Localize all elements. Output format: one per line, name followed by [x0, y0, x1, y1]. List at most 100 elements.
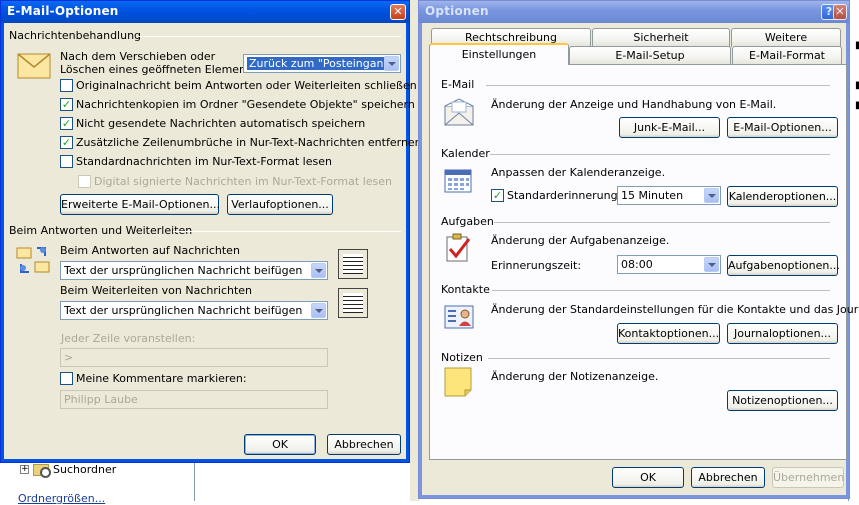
mark-comments-input[interactable]: Philipp Laube [60, 390, 328, 409]
move-label-line2: Löschen eines geöffneten Elements: [60, 63, 260, 76]
read-signed-plain-text-checkbox[interactable] [78, 175, 91, 188]
mark-comments-label: Meine Kommentare markieren: [76, 372, 247, 385]
tasks-section-title: Aufgaben [441, 215, 494, 228]
close-original-checkbox[interactable] [60, 79, 73, 92]
calendar-icon [444, 169, 472, 193]
email-options-dialog: E-Mail-Optionen ✕ Nachrichtenbehandlung … [0, 0, 422, 463]
save-sent-copies-label: Nachrichtenkopien im Ordner "Gesendete O… [76, 98, 415, 111]
close-button[interactable]: ✕ [833, 4, 847, 20]
reply-value: Text der ursprünglichen Nachricht beifüg… [64, 264, 303, 277]
folder-sizes-link[interactable]: Ordnergrößen... [18, 492, 105, 505]
ok-button[interactable]: OK [244, 434, 316, 455]
options-dialog: Optionen ? ✕ Rechtschreibung Sicherheit … [418, 0, 859, 499]
forward-label: Beim Weiterleiten von Nachrichten [60, 284, 253, 297]
junk-email-button[interactable]: Junk-E-Mail... [619, 117, 720, 138]
default-reminder-label: Standarderinnerung: [507, 189, 622, 202]
mark-comments-checkbox[interactable] [60, 372, 73, 385]
search-folder-icon [33, 463, 51, 478]
email-desc: Änderung der Anzeige und Handhabung von … [491, 98, 777, 111]
forward-select[interactable]: Text der ursprünglichen Nachricht beifüg… [60, 301, 328, 320]
tasks-icon [446, 233, 471, 262]
section-divider [173, 231, 401, 232]
section-divider [490, 154, 830, 155]
section-divider [486, 85, 830, 86]
cancel-button[interactable]: Abbrechen [691, 467, 765, 488]
contacts-section-title: Kontakte [441, 283, 490, 296]
forward-preview-icon [338, 288, 368, 318]
after-move-select[interactable]: Zurück zum "Posteingang" [243, 54, 401, 73]
prefix-input[interactable]: > [60, 348, 328, 367]
email-options-titlebar[interactable]: E-Mail-Optionen [1, 1, 409, 23]
settings-panel: E-Mail Änderung der Anzeige und Handhabu… [429, 64, 859, 460]
calendar-section-title: Kalender [441, 147, 490, 160]
notes-desc: Änderung der Notizenanzeige. [491, 370, 659, 383]
remove-line-breaks-checkbox[interactable]: ✓ [60, 136, 73, 149]
section-divider [494, 222, 830, 223]
chevron-down-icon[interactable] [704, 257, 719, 272]
tab-security[interactable]: Sicherheit [592, 28, 730, 47]
prefix-label: Jeder Zeile voranstellen: [61, 332, 196, 345]
default-reminder-select[interactable]: 15 Minuten [617, 186, 721, 205]
contacts-desc: Änderung der Standardeinstellungen für d… [491, 303, 859, 316]
reminder-time-value: 08:00 [621, 258, 653, 271]
move-label-line1: Nach dem Verschieben oder [60, 50, 216, 63]
options-titlebar[interactable]: Optionen [419, 1, 849, 23]
autosave-unsent-label: Nicht gesendete Nachrichten automatisch … [76, 117, 366, 130]
advanced-email-options-button[interactable]: Erweiterte E-Mail-Optionen... [60, 194, 220, 215]
tab-email-setup[interactable]: E-Mail-Setup [569, 46, 731, 65]
dialog-title: E-Mail-Optionen [7, 4, 119, 18]
tasks-desc: Änderung der Aufgabenanzeige. [491, 234, 670, 247]
reminder-time-select[interactable]: 08:00 [617, 255, 721, 274]
chevron-down-icon[interactable] [311, 303, 326, 318]
reply-label: Beim Antworten auf Nachrichten [60, 244, 240, 257]
close-button[interactable]: ✕ [390, 4, 406, 20]
chevron-down-icon[interactable] [384, 56, 399, 71]
move-label: Nach dem Verschieben oder Löschen eines … [60, 50, 260, 76]
read-plain-text-label: Standardnachrichten im Nur-Text-Format l… [76, 155, 332, 168]
read-signed-plain-text-label: Digital signierte Nachrichten im Nur-Tex… [94, 175, 392, 188]
remove-line-breaks-label: Zusätzliche Zeilenumbrüche in Nur-Text-N… [76, 136, 422, 149]
tab-email-format[interactable]: E-Mail-Format [732, 46, 842, 65]
tab-other[interactable]: Weitere [731, 28, 841, 47]
autosave-unsent-checkbox[interactable]: ✓ [60, 117, 73, 130]
calendar-desc: Anpassen der Kalenderanzeige. [491, 166, 666, 179]
section-divider [492, 290, 830, 291]
chevron-down-icon[interactable] [704, 188, 719, 203]
default-reminder-value: 15 Minuten [621, 189, 684, 202]
reminder-time-label: Erinnerungszeit: [491, 259, 582, 272]
calendar-options-button[interactable]: Kalenderoptionen... [727, 186, 838, 207]
ok-button[interactable]: OK [612, 467, 684, 488]
note-options-button[interactable]: Notizenoptionen... [727, 390, 838, 411]
contact-options-button[interactable]: Kontaktoptionen... [617, 323, 720, 344]
read-plain-text-checkbox[interactable] [60, 155, 73, 168]
notes-icon [444, 367, 472, 397]
email-options-button[interactable]: E-Mail-Optionen... [727, 117, 838, 138]
envelope-icon [17, 53, 51, 79]
tab-settings[interactable]: Einstellungen [429, 43, 569, 65]
reply-preview-icon [338, 249, 368, 279]
section-divider [139, 36, 401, 37]
section-divider [488, 358, 830, 359]
apply-button[interactable]: Übernehmen [772, 467, 844, 488]
default-reminder-checkbox[interactable]: ✓ [491, 189, 504, 202]
expand-icon[interactable]: + [20, 465, 29, 474]
section-reply-forward: Beim Antworten und Weiterleiten [9, 224, 193, 237]
tracking-options-button[interactable]: Verlaufoptionen... [227, 194, 333, 215]
save-sent-copies-checkbox[interactable]: ✓ [60, 98, 73, 111]
dialog-title: Optionen [425, 4, 489, 18]
notes-section-title: Notizen [441, 351, 483, 364]
journal-options-button[interactable]: Journaloptionen... [727, 323, 838, 344]
folder-item-search[interactable]: + Suchordner [20, 463, 117, 478]
reply-select[interactable]: Text der ursprünglichen Nachricht beifüg… [60, 261, 328, 280]
task-options-button[interactable]: Aufgabenoptionen... [727, 255, 840, 276]
chevron-down-icon[interactable] [311, 263, 326, 278]
after-move-value: Zurück zum "Posteingang" [247, 57, 398, 70]
folder-label: Suchordner [53, 463, 117, 476]
contacts-icon [444, 305, 474, 329]
email-section-title: E-Mail [441, 78, 475, 91]
section-message-handling: Nachrichtenbehandlung [9, 29, 142, 42]
reply-forward-icon [16, 247, 50, 273]
cancel-button[interactable]: Abbrechen [327, 434, 401, 455]
close-original-label: Originalnachricht beim Antworten oder We… [76, 79, 417, 92]
email-icon [444, 98, 474, 126]
